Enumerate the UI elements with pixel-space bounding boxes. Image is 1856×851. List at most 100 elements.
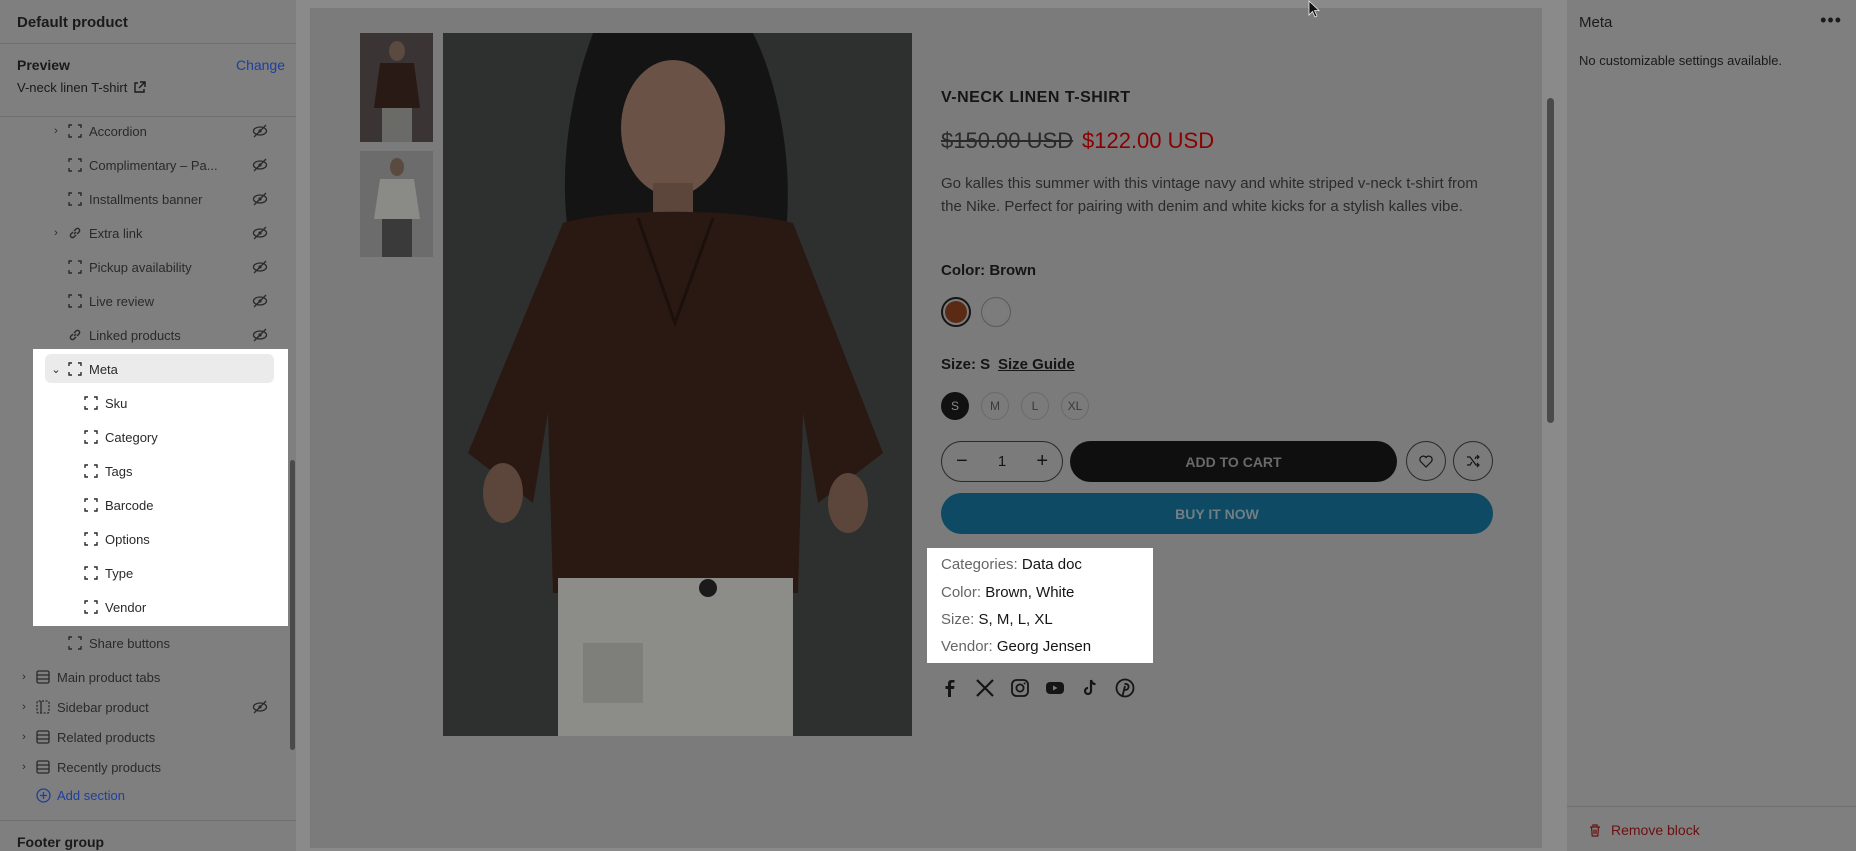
product-main-image[interactable]	[443, 33, 912, 736]
block-label: Options	[105, 531, 150, 547]
block-item-meta[interactable]: ⌄ Meta	[50, 356, 268, 382]
chevron-right-icon[interactable]: ›	[18, 671, 30, 683]
block-label: Vendor	[105, 599, 147, 615]
buy-it-now-button[interactable]: BUY IT NOW	[941, 493, 1493, 534]
block-item-extra-link[interactable]: › Extra link	[50, 220, 268, 246]
pinterest-icon[interactable]	[1115, 678, 1135, 698]
preview-product[interactable]: V-neck linen T-shirt	[17, 80, 147, 95]
change-preview-link[interactable]: Change	[236, 57, 285, 73]
add-to-cart-button[interactable]: ADD TO CART	[1070, 441, 1397, 482]
chevron-right-icon[interactable]: ›	[50, 227, 62, 239]
youtube-icon[interactable]	[1045, 678, 1065, 698]
minus-icon[interactable]: −	[956, 450, 968, 473]
section-label: Related products	[57, 729, 156, 745]
eye-hidden-icon[interactable]	[252, 158, 268, 172]
quantity-value[interactable]: 1	[998, 453, 1006, 470]
block-item-pickup-availability[interactable]: Pickup availability	[50, 254, 268, 280]
block-label: Installments banner	[89, 191, 203, 207]
meta-child-options[interactable]: Options	[84, 526, 264, 552]
eye-hidden-icon[interactable]	[252, 226, 268, 240]
section-related-products[interactable]: › Related products	[18, 724, 268, 750]
block-icon	[68, 294, 82, 308]
section-label: Main product tabs	[57, 669, 161, 685]
block-item-complimentary[interactable]: Complimentary – Pa...	[50, 152, 268, 178]
block-icon	[84, 396, 98, 410]
meta-color: Color: Brown, White	[941, 584, 1074, 601]
block-label: Accordion	[89, 123, 147, 139]
size-m[interactable]: M	[981, 392, 1009, 420]
block-item-live-review[interactable]: Live review	[50, 288, 268, 314]
chevron-right-icon[interactable]: ›	[18, 761, 30, 773]
facebook-icon[interactable]	[940, 678, 960, 698]
eye-hidden-icon[interactable]	[252, 294, 268, 308]
eye-hidden-icon[interactable]	[252, 328, 268, 342]
more-actions-icon[interactable]: •••	[1820, 10, 1842, 31]
plus-icon[interactable]: +	[1036, 450, 1048, 473]
section-recently-products[interactable]: › Recently products	[18, 754, 268, 780]
meta-child-tags[interactable]: Tags	[84, 458, 264, 484]
block-label: Share buttons	[89, 635, 170, 651]
tiktok-icon[interactable]	[1080, 678, 1100, 698]
footer-group-heading: Footer group	[17, 834, 105, 850]
section-icon	[36, 670, 50, 684]
block-icon	[68, 192, 82, 206]
chevron-right-icon[interactable]: ›	[18, 731, 30, 743]
block-item-linked-products[interactable]: Linked products	[50, 322, 268, 348]
block-label: Barcode	[105, 497, 154, 513]
product-thumbnail-1[interactable]	[360, 33, 433, 142]
meta-child-category[interactable]: Category	[84, 424, 264, 450]
swatch-white[interactable]	[981, 297, 1011, 327]
section-sidebar-product[interactable]: › Sidebar product	[18, 694, 268, 720]
swatch-brown[interactable]	[941, 297, 971, 327]
wishlist-button[interactable]	[1406, 441, 1446, 481]
chevron-down-icon[interactable]: ⌄	[50, 363, 62, 376]
size-guide-link[interactable]: Size Guide	[998, 356, 1075, 373]
meta-key: Size:	[941, 611, 975, 628]
meta-child-sku[interactable]: Sku	[84, 390, 264, 416]
remove-block-button[interactable]: Remove block	[1589, 822, 1700, 838]
divider	[1567, 806, 1856, 807]
compare-button[interactable]	[1453, 441, 1493, 481]
section-icon	[36, 760, 50, 774]
section-main-product-tabs[interactable]: › Main product tabs	[18, 664, 268, 690]
sidebar-scrollbar[interactable]	[290, 460, 295, 750]
size-s[interactable]: S	[941, 392, 969, 420]
add-section-button[interactable]: Add section	[36, 788, 125, 803]
eye-hidden-icon[interactable]	[252, 260, 268, 274]
chevron-right-icon[interactable]: ›	[18, 701, 30, 713]
eye-hidden-icon[interactable]	[252, 192, 268, 206]
size-l[interactable]: L	[1021, 392, 1049, 420]
block-item-installments-banner[interactable]: Installments banner	[50, 186, 268, 212]
block-settings-panel: Meta ••• No customizable settings availa…	[1567, 0, 1856, 851]
block-label: Meta	[89, 361, 118, 377]
block-icon	[84, 498, 98, 512]
eye-hidden-icon[interactable]	[252, 124, 268, 138]
block-label: Extra link	[89, 225, 143, 241]
meta-child-type[interactable]: Type	[84, 560, 264, 586]
meta-child-barcode[interactable]: Barcode	[84, 492, 264, 518]
block-label: Pickup availability	[89, 259, 192, 275]
meta-value[interactable]: Data doc	[1022, 556, 1082, 573]
block-icon	[84, 430, 98, 444]
external-link-icon[interactable]	[133, 81, 147, 94]
block-item-share-buttons[interactable]: Share buttons	[50, 630, 268, 656]
quantity-stepper: − 1 +	[941, 441, 1063, 482]
eye-hidden-icon[interactable]	[252, 700, 268, 714]
product-thumbnail-2[interactable]	[360, 151, 433, 257]
remove-block-label: Remove block	[1611, 822, 1700, 838]
preview-scrollbar[interactable]	[1547, 98, 1554, 423]
meta-value: S, M, L, XL	[978, 611, 1053, 628]
size-option-label: Size: S	[941, 356, 991, 373]
block-icon	[68, 158, 82, 172]
chevron-right-icon[interactable]: ›	[50, 125, 62, 137]
x-icon[interactable]	[975, 678, 995, 698]
size-xl[interactable]: XL	[1061, 392, 1089, 420]
meta-categories: Categories: Data doc	[941, 556, 1082, 573]
swatch-fill	[945, 301, 967, 323]
sidebar-section-icon	[36, 700, 50, 714]
instagram-icon[interactable]	[1010, 678, 1030, 698]
meta-child-vendor[interactable]: Vendor	[84, 594, 264, 620]
block-item-accordion[interactable]: › Accordion	[50, 118, 268, 144]
meta-key: Categories:	[941, 556, 1018, 573]
meta-value[interactable]: Georg Jensen	[997, 638, 1091, 655]
